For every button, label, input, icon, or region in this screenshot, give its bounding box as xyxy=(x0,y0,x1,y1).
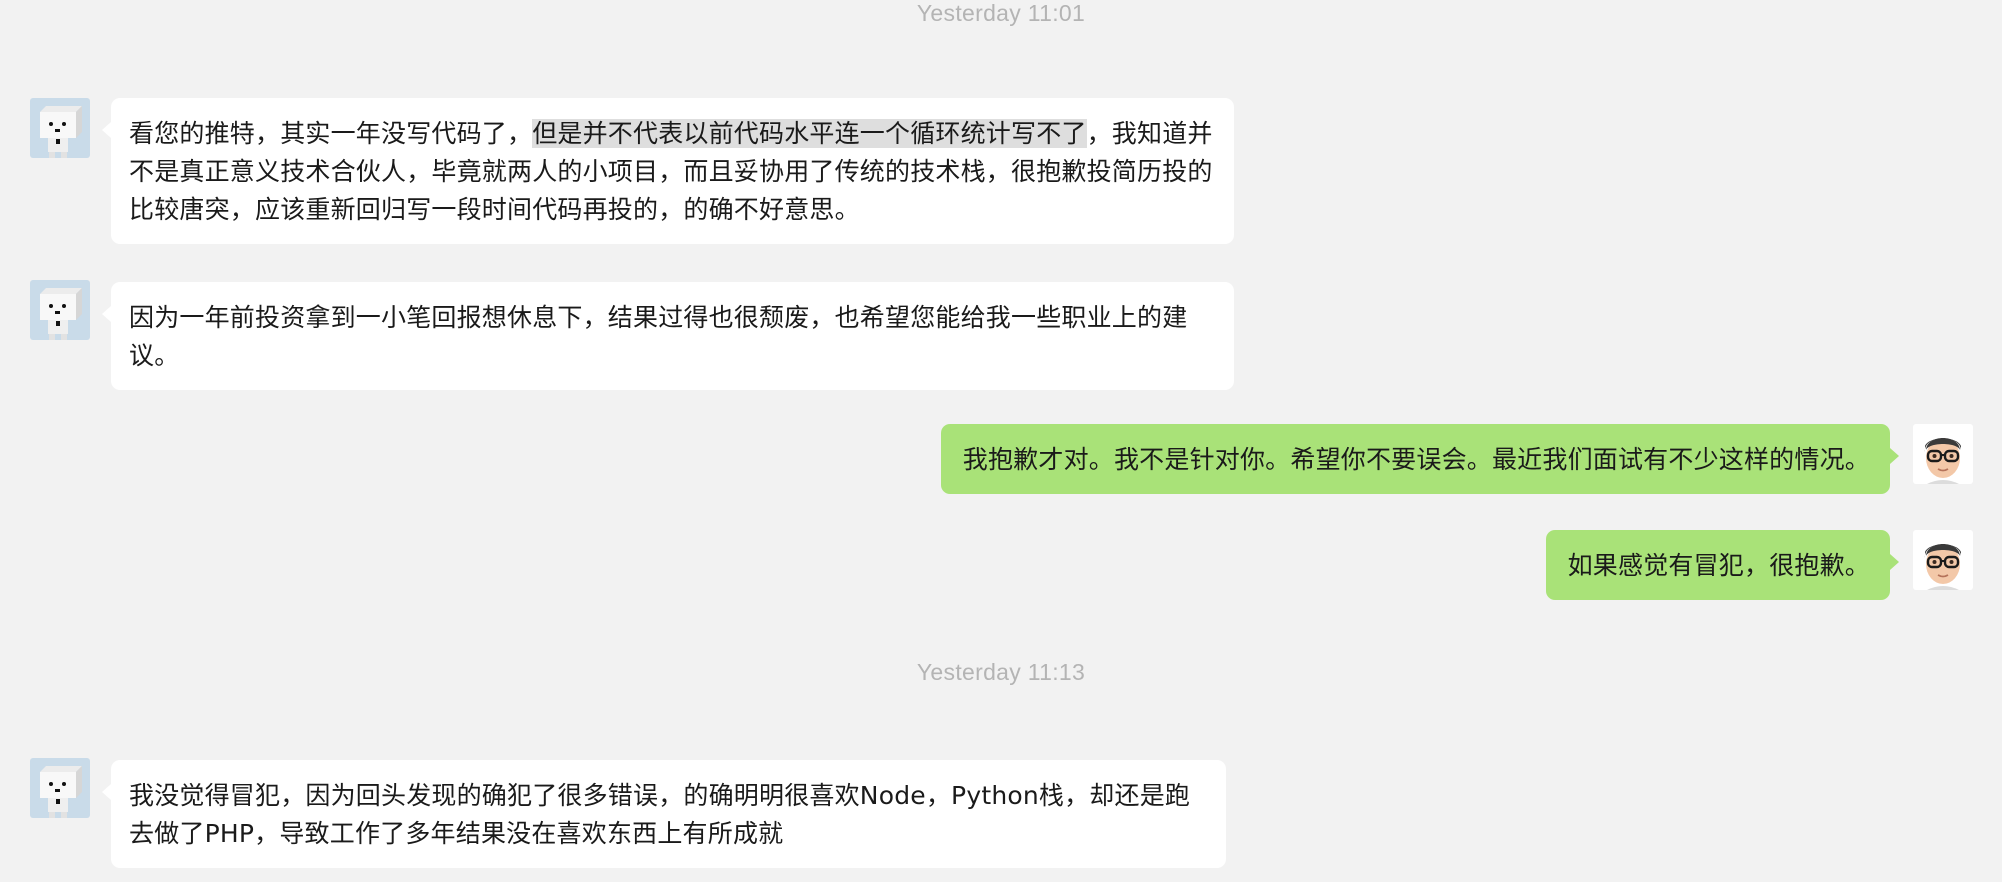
incoming-message-bubble[interactable]: 我没觉得冒犯，因为回头发现的确犯了很多错误，的确明明很喜欢Node，Python… xyxy=(102,760,1226,868)
timestamp-divider: Yesterday 11:01 xyxy=(916,0,1086,26)
outgoing-message-bubble[interactable]: 如果感觉有冒犯，很抱歉。 xyxy=(1545,530,1900,600)
incoming-message-bubble[interactable]: 看您的推特，其实一年没写代码了，但是并不代表以前代码水平连一个循环统计写不了，我… xyxy=(102,98,1234,244)
contact-avatar[interactable] xyxy=(30,98,90,158)
my-avatar[interactable] xyxy=(1913,424,1973,484)
incoming-message-bubble[interactable]: 因为一年前投资拿到一小笔回报想休息下，结果过得也很颓废，也希望您能给我一些职业上… xyxy=(102,282,1234,390)
timestamp-divider: Yesterday 11:13 xyxy=(916,659,1086,685)
selected-text: 但是并不代表以前代码水平连一个循环统计写不了 xyxy=(532,119,1087,148)
message-text: 我抱歉才对。我不是针对你。希望你不要误会。最近我们面试有不少这样的情况。 xyxy=(962,445,1870,474)
message-text: 如果感觉有冒犯，很抱歉。 xyxy=(1567,551,1870,580)
memoji-glasses-avatar-icon xyxy=(1913,530,1973,590)
box-robot-avatar-icon xyxy=(30,758,90,818)
box-robot-avatar-icon xyxy=(30,98,90,158)
outgoing-message-bubble[interactable]: 我抱歉才对。我不是针对你。希望你不要误会。最近我们面试有不少这样的情况。 xyxy=(940,424,1900,494)
message-text: 因为一年前投资拿到一小笔回报想休息下，结果过得也很颓废，也希望您能给我一些职业上… xyxy=(129,303,1188,370)
my-avatar[interactable] xyxy=(1913,530,1973,590)
message-text: 我没觉得冒犯，因为回头发现的确犯了很多错误，的确明明很喜欢Node，Python… xyxy=(129,781,1191,848)
memoji-glasses-avatar-icon xyxy=(1913,424,1973,484)
contact-avatar[interactable] xyxy=(30,280,90,340)
message-text: 看您的推特，其实一年没写代码了， xyxy=(129,119,533,148)
box-robot-avatar-icon xyxy=(30,280,90,340)
contact-avatar[interactable] xyxy=(30,758,90,818)
